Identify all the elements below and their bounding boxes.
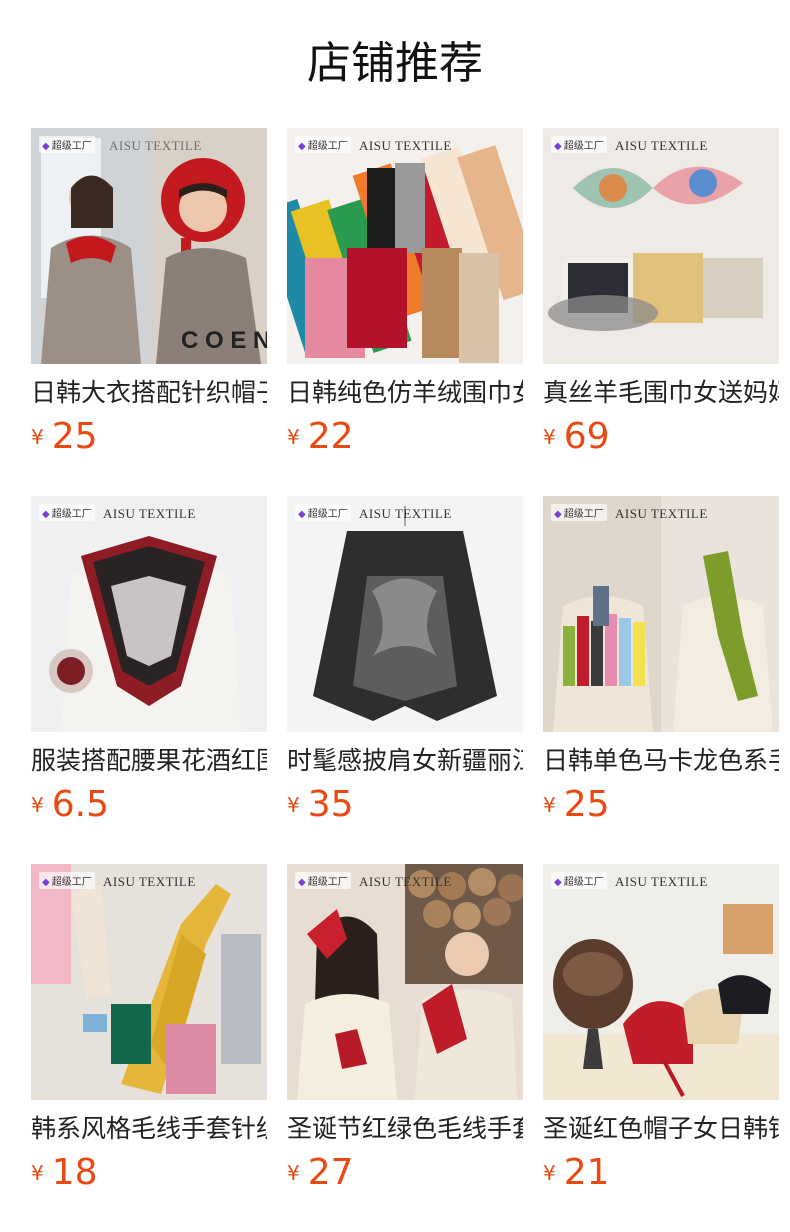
product-name[interactable]: 服装搭配腰果花酒红围巾 bbox=[31, 744, 267, 778]
product-card[interactable]: ◆超级工厂 AISU TEXTILE 韩系风格毛线手套针织长款 ¥18 bbox=[31, 864, 267, 1194]
price-value: 18 bbox=[51, 1152, 98, 1193]
product-card[interactable]: ◆超级工厂 AISU TEXTILE 圣诞红色帽子女日韩针织 ¥21 bbox=[543, 864, 779, 1194]
price-value: 69 bbox=[563, 416, 610, 457]
brand-watermark: AISU TEXTILE bbox=[359, 138, 452, 153]
brand-watermark: AISU TEXTILE bbox=[359, 506, 452, 521]
product-price: ¥22 bbox=[287, 416, 354, 458]
product-image[interactable]: ◆ 超级工厂 AISU TEXTILE bbox=[31, 864, 267, 1100]
price-value: 27 bbox=[307, 1152, 354, 1193]
product-name[interactable]: 日韩大衣搭配针织帽子围巾一体 bbox=[31, 376, 267, 410]
product-name[interactable]: 真丝羊毛围巾女送妈妈礼品 bbox=[543, 376, 779, 410]
product-price: ¥25 bbox=[31, 416, 98, 458]
product-card[interactable]: C O E N ◆超级工厂 AISU TEXTILE 日韩大衣搭配针织帽子围巾一… bbox=[31, 128, 267, 458]
product-name[interactable]: 日韩单色马卡龙色系手套 bbox=[543, 744, 779, 778]
currency-symbol: ¥ bbox=[543, 793, 556, 817]
product-price: ¥25 bbox=[543, 784, 610, 826]
product-name[interactable]: 时髦感披肩女新疆丽江旅游 bbox=[287, 744, 523, 778]
brand-tag: ◆ 超级工厂 bbox=[551, 872, 607, 889]
brand-tag: ◆ 超级工厂 bbox=[295, 872, 351, 889]
product-image[interactable]: ◆ 超级工厂 AISU TEXTILE bbox=[287, 864, 523, 1100]
product-card[interactable]: ◆超级工厂 AISU TEXTILE 时髦感披肩女新疆丽江旅游 ¥35 bbox=[287, 496, 523, 826]
price-value: 6.5 bbox=[51, 784, 109, 825]
product-image[interactable]: C O E N ◆ 超级工厂 AISU TEXTILE bbox=[31, 128, 267, 364]
brand-watermark: AISU TEXTILE bbox=[103, 506, 196, 521]
brand-tag: ◆ 超级工厂 bbox=[39, 136, 95, 153]
product-image[interactable]: ◆ 超级工厂 AISU TEXTILE bbox=[543, 864, 779, 1100]
brand-watermark: AISU TEXTILE bbox=[103, 874, 196, 889]
diamond-icon: ◆ bbox=[42, 141, 50, 152]
product-card[interactable]: ◆超级工厂 AISU TEXTILE 圣诞节红绿色毛线手套女 ¥27 bbox=[287, 864, 523, 1194]
price-value: 25 bbox=[51, 416, 98, 457]
brand-tag: ◆ 超级工厂 bbox=[39, 504, 95, 521]
diamond-icon: ◆ bbox=[298, 509, 306, 520]
product-name[interactable]: 日韩纯色仿羊绒围巾女秋冬 bbox=[287, 376, 523, 410]
price-value: 21 bbox=[563, 1152, 610, 1193]
product-price: ¥18 bbox=[31, 1152, 98, 1194]
product-image[interactable]: ◆ 超级工厂 AISU TEXTILE bbox=[287, 496, 523, 732]
currency-symbol: ¥ bbox=[543, 1161, 556, 1185]
brand-watermark: AISU TEXTILE bbox=[109, 138, 202, 153]
product-card[interactable]: ◆超级工厂 AISU TEXTILE 真丝羊毛围巾女送妈妈礼品 ¥69 bbox=[543, 128, 779, 458]
currency-symbol: ¥ bbox=[31, 793, 44, 817]
currency-symbol: ¥ bbox=[31, 425, 44, 449]
product-image[interactable]: ◆ 超级工厂 AISU TEXTILE bbox=[543, 496, 779, 732]
currency-symbol: ¥ bbox=[287, 793, 300, 817]
product-price: ¥27 bbox=[287, 1152, 354, 1194]
brand-tag: ◆ 超级工厂 bbox=[551, 136, 607, 153]
brand-tag: ◆ 超级工厂 bbox=[551, 504, 607, 521]
product-image[interactable]: ◆ 超级工厂 AISU TEXTILE bbox=[287, 128, 523, 364]
product-name[interactable]: 圣诞红色帽子女日韩针织 bbox=[543, 1112, 779, 1146]
brand-tag: ◆ 超级工厂 bbox=[295, 504, 351, 521]
product-name[interactable]: 韩系风格毛线手套针织长款 bbox=[31, 1112, 267, 1146]
diamond-icon: ◆ bbox=[298, 877, 306, 888]
product-image[interactable]: ◆ 超级工厂 AISU TEXTILE bbox=[543, 128, 779, 364]
diamond-icon: ◆ bbox=[42, 509, 50, 520]
brand-watermark: AISU TEXTILE bbox=[615, 138, 708, 153]
price-value: 25 bbox=[563, 784, 610, 825]
product-card[interactable]: ◆超级工厂 AISU TEXTILE 日韩纯色仿羊绒围巾女秋冬 ¥22 bbox=[287, 128, 523, 458]
diamond-icon: ◆ bbox=[554, 509, 562, 520]
product-card[interactable]: ◆超级工厂 AISU TEXTILE 日韩单色马卡龙色系手套 ¥25 bbox=[543, 496, 779, 826]
product-image[interactable]: ◆ 超级工厂 AISU TEXTILE bbox=[31, 496, 267, 732]
currency-symbol: ¥ bbox=[31, 1161, 44, 1185]
diamond-icon: ◆ bbox=[298, 141, 306, 152]
product-price: ¥6.5 bbox=[31, 784, 109, 826]
product-price: ¥69 bbox=[543, 416, 610, 458]
currency-symbol: ¥ bbox=[287, 1161, 300, 1185]
brand-watermark: AISU TEXTILE bbox=[615, 506, 708, 521]
diamond-icon: ◆ bbox=[554, 877, 562, 888]
brand-watermark: AISU TEXTILE bbox=[615, 874, 708, 889]
product-card[interactable]: ◆超级工厂 AISU TEXTILE 服装搭配腰果花酒红围巾 ¥6.5 bbox=[31, 496, 267, 826]
brand-tag: ◆ 超级工厂 bbox=[295, 136, 351, 153]
page-title: 店铺推荐 bbox=[307, 38, 483, 89]
currency-symbol: ¥ bbox=[287, 425, 300, 449]
diamond-icon: ◆ bbox=[42, 877, 50, 888]
price-value: 22 bbox=[307, 416, 354, 457]
product-name[interactable]: 圣诞节红绿色毛线手套女 bbox=[287, 1112, 523, 1146]
brand-tag: ◆ 超级工厂 bbox=[39, 872, 95, 889]
diamond-icon: ◆ bbox=[554, 141, 562, 152]
svg-text:C O E N: C O E N bbox=[181, 327, 267, 354]
product-price: ¥35 bbox=[287, 784, 354, 826]
price-value: 35 bbox=[307, 784, 354, 825]
brand-watermark: AISU TEXTILE bbox=[359, 874, 452, 889]
currency-symbol: ¥ bbox=[543, 425, 556, 449]
product-price: ¥21 bbox=[543, 1152, 610, 1194]
